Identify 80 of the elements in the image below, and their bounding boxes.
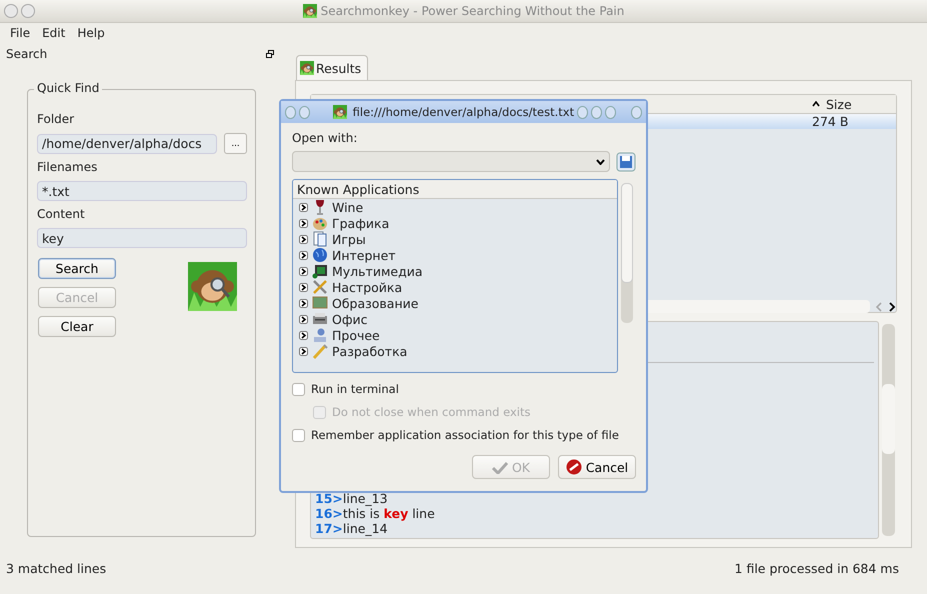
tree-item[interactable]: Мультимедиа bbox=[293, 263, 617, 279]
monkey-logo-icon bbox=[332, 105, 347, 119]
tree-item[interactable]: Образование bbox=[293, 295, 617, 311]
tree-item[interactable]: Разработка bbox=[293, 343, 617, 359]
pencil-icon bbox=[312, 343, 328, 359]
field-label: Folder bbox=[37, 112, 76, 126]
tree-item[interactable]: Wine bbox=[293, 199, 617, 215]
push-button[interactable]: Clear bbox=[38, 316, 116, 337]
menu-item[interactable]: Edit bbox=[38, 26, 70, 42]
checkbox-label: Remember application association for this type of file bbox=[311, 428, 619, 442]
column-header: Known Applications bbox=[293, 180, 617, 199]
tree-item[interactable]: Графика bbox=[293, 215, 617, 231]
dialog-title: file:///home/denver/alpha/docs/test.txt bbox=[352, 105, 574, 119]
cancel-button[interactable]: Cancel bbox=[558, 455, 636, 479]
check-icon bbox=[492, 460, 508, 474]
field-label: Filenames bbox=[37, 160, 98, 174]
help-button[interactable] bbox=[577, 106, 588, 118]
table-cell-text: 274 B bbox=[812, 114, 850, 129]
panel-title: Search bbox=[6, 47, 48, 61]
tab[interactable]: Results bbox=[296, 55, 368, 80]
pin-button[interactable] bbox=[21, 4, 35, 18]
expand-icon[interactable] bbox=[299, 250, 308, 260]
input-field[interactable]: *.txt bbox=[37, 181, 247, 201]
tree-item[interactable]: Интернет bbox=[293, 247, 617, 263]
push-button[interactable]: Search bbox=[38, 258, 116, 279]
expand-icon[interactable] bbox=[299, 298, 308, 308]
save-icon[interactable] bbox=[616, 152, 636, 172]
checkbox[interactable] bbox=[292, 382, 305, 396]
field-label: Content bbox=[37, 207, 86, 221]
text-line: 15>line_13 bbox=[315, 491, 389, 506]
input-field[interactable]: key bbox=[37, 228, 247, 248]
expand-icon[interactable] bbox=[299, 202, 308, 212]
monkey-magnifier-icon bbox=[188, 262, 237, 311]
status-text: 3 matched lines bbox=[6, 560, 106, 576]
checkbox-label: Run in terminal bbox=[311, 382, 399, 396]
menu-item[interactable]: Help bbox=[73, 26, 109, 42]
menu-item[interactable]: File bbox=[6, 26, 34, 42]
tree-item[interactable]: Офис bbox=[293, 311, 617, 327]
monkey-logo-icon bbox=[300, 61, 314, 75]
film-icon bbox=[312, 263, 328, 279]
expand-icon[interactable] bbox=[299, 266, 308, 276]
computer-user-icon bbox=[312, 327, 328, 343]
cancel-icon bbox=[566, 459, 582, 475]
window-menu-button[interactable] bbox=[285, 106, 296, 118]
expand-icon[interactable] bbox=[299, 314, 308, 324]
expand-icon[interactable] bbox=[299, 218, 308, 228]
tree-item[interactable]: Игры bbox=[293, 231, 617, 247]
input-field[interactable]: /home/denver/alpha/docs bbox=[37, 134, 217, 154]
monkey-logo-icon bbox=[302, 4, 317, 18]
status-text: 1 file processed in 684 ms bbox=[734, 560, 899, 576]
checkbox-label: Do not close when command exits bbox=[332, 405, 530, 419]
dropdown[interactable] bbox=[292, 151, 610, 172]
tree-item[interactable]: Настройка bbox=[293, 279, 617, 295]
vertical-scrollbar[interactable] bbox=[879, 321, 897, 539]
expand-icon[interactable] bbox=[299, 282, 308, 292]
expand-icon[interactable] bbox=[299, 234, 308, 244]
expand-icon[interactable] bbox=[299, 346, 308, 356]
text-line: 16>this is key line bbox=[315, 506, 436, 521]
text-line: 17>line_14 bbox=[315, 521, 389, 536]
browse-button[interactable]: ... bbox=[224, 133, 247, 154]
caret-icon bbox=[596, 158, 605, 164]
minimize-button[interactable] bbox=[590, 106, 602, 118]
maximize-button[interactable] bbox=[604, 106, 616, 118]
tools-icon bbox=[312, 279, 328, 295]
globe-icon bbox=[312, 247, 328, 263]
window-title: Searchmonkey - Power Searching Without the Pain bbox=[320, 4, 624, 18]
group-title: Quick Find bbox=[34, 81, 102, 95]
window-menu-button[interactable] bbox=[4, 4, 18, 18]
cards-icon bbox=[312, 231, 328, 247]
field-label: Open with: bbox=[292, 131, 358, 145]
expand-icon[interactable] bbox=[299, 330, 308, 340]
float-icon[interactable] bbox=[266, 50, 274, 58]
pin-button[interactable] bbox=[298, 106, 310, 118]
printer-icon bbox=[312, 311, 328, 327]
tree-item[interactable]: Прочее bbox=[293, 327, 617, 343]
close-button[interactable] bbox=[631, 106, 642, 118]
checkbox[interactable] bbox=[292, 428, 305, 442]
chalkboard-icon bbox=[312, 295, 328, 311]
column-header[interactable]: Size bbox=[812, 96, 896, 112]
palette-icon bbox=[312, 215, 328, 231]
